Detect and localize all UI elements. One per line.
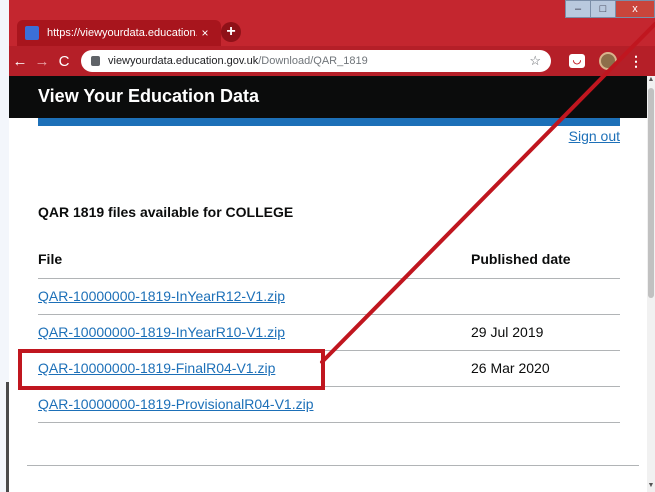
tab-strip: https://viewyourdata.education.g × + – □… [9,0,655,46]
file-download-link[interactable]: QAR-10000000-1819-InYearR10-V1.zip [38,324,285,340]
close-window-button[interactable]: x [615,0,655,18]
maximize-button[interactable]: □ [590,0,616,18]
forward-icon[interactable]: → [31,53,53,70]
vertical-scrollbar[interactable]: ▲ ▼ [647,76,655,492]
file-download-link[interactable]: QAR-10000000-1819-InYearR12-V1.zip [38,288,285,304]
published-date: 26 Mar 2020 [471,360,550,376]
minimize-button[interactable]: – [565,0,591,18]
pocket-extension-icon[interactable]: ◡ [569,54,585,68]
table-row: QAR-10000000-1819-ProvisionalR04-V1.zip [38,387,620,423]
scroll-down-icon[interactable]: ▼ [647,482,655,492]
table-row: QAR-10000000-1819-InYearR12-V1.zip [38,279,620,315]
url-host: viewyourdata.education.gov.uk [108,55,259,67]
favicon-icon [25,26,39,40]
back-icon[interactable]: ← [9,53,31,70]
web-page: View Your Education Data Sign out QAR 18… [9,76,647,492]
site-title[interactable]: View Your Education Data [38,86,259,107]
scroll-up-icon[interactable]: ▲ [647,76,655,86]
window-controls: – □ x [565,0,655,20]
browser-tab[interactable]: https://viewyourdata.education.g × [17,20,221,46]
lock-icon [91,56,100,66]
files-table: File Published date QAR-10000000-1819-In… [38,244,620,423]
reload-icon[interactable]: C [53,53,75,70]
published-date: 29 Jul 2019 [471,324,544,340]
table-header: File Published date [38,244,620,279]
file-download-link[interactable]: QAR-10000000-1819-ProvisionalR04-V1.zip [38,396,314,412]
bookmark-star-icon[interactable]: ☆ [529,53,541,69]
column-header-published-date: Published date [471,251,571,267]
column-header-file: File [38,251,63,267]
url-path: /Download/QAR_1819 [258,55,368,67]
tab-title: https://viewyourdata.education.g [47,27,197,39]
profile-avatar[interactable] [599,52,617,70]
table-row: QAR-10000000-1819-FinalR04-V1.zip 26 Mar… [38,351,620,387]
footer-divider [27,465,639,466]
browser-menu-icon[interactable]: ⋮ [629,53,643,70]
page-heading: QAR 1819 files available for COLLEGE [38,204,294,220]
new-tab-button[interactable]: + [221,22,241,42]
site-header: View Your Education Data [9,76,647,118]
window-frame-left [0,0,9,492]
tab-close-icon[interactable]: × [197,26,213,40]
table-row: QAR-10000000-1819-InYearR10-V1.zip 29 Ju… [38,315,620,351]
scrollbar-thumb[interactable] [648,88,654,298]
address-bar[interactable]: viewyourdata.education.gov.uk /Download/… [81,50,551,72]
sign-out-link[interactable]: Sign out [569,128,620,144]
browser-toolbar: ← → C viewyourdata.education.gov.uk /Dow… [9,46,655,76]
header-accent-bar [38,118,620,126]
file-download-link[interactable]: QAR-10000000-1819-FinalR04-V1.zip [38,360,275,376]
